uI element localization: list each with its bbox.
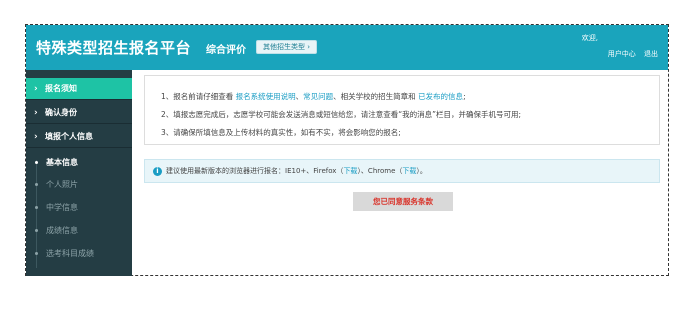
tip-text: 建议使用最新版本的浏览器进行报名：IE10+、Firefox（ xyxy=(166,167,344,175)
published-info-link[interactable]: 已发布的信息 xyxy=(418,92,463,101)
subnav-item-basic-info[interactable]: 基本信息 xyxy=(26,152,132,174)
sidebar-item-label: 确认身份 xyxy=(45,108,77,117)
faq-link[interactable]: 常见问题 xyxy=(303,92,333,101)
tip-text: ）。 xyxy=(416,167,427,175)
subnav-item-grades[interactable]: 成绩信息 xyxy=(26,220,132,242)
sidebar-item-confirm-identity[interactable]: › 确认身份 xyxy=(26,102,132,124)
agree-terms-button[interactable]: 您已同意服务条款 xyxy=(353,192,453,211)
dot-icon xyxy=(35,252,38,255)
category-title: 综合评价 xyxy=(206,45,246,56)
other-admission-type-button[interactable]: 其他招生类型 › xyxy=(256,40,318,54)
system-guide-link[interactable]: 报名系统使用说明 xyxy=(236,92,296,101)
dot-icon xyxy=(35,206,38,209)
logout-link[interactable]: 退出 xyxy=(644,50,658,58)
notice-line-3: 3、请确保所填信息及上传材料的真实性，如有不实，将会影响您的报名; xyxy=(161,128,401,137)
user-center-link[interactable]: 用户中心 xyxy=(608,50,636,58)
sidebar: › 报名须知 › 确认身份 › 填报个人信息 基本信息 个人照片 中学信息 成绩信息 … xyxy=(26,70,132,276)
notice-line-2: 2、填报志愿完成后，志愿学校可能会发送消息或短信给您，请注意查看“我的消息”栏目… xyxy=(161,110,522,119)
sidebar-item-label: 报名须知 xyxy=(45,84,77,93)
subnav-item-photo[interactable]: 个人照片 xyxy=(26,174,132,196)
tip-text: ）、Chrome（ xyxy=(357,167,403,175)
user-links: 用户中心 退出 xyxy=(602,49,658,59)
subnav-item-school-info[interactable]: 中学信息 xyxy=(26,197,132,219)
chevron-right-icon: › xyxy=(34,108,38,118)
info-icon: i xyxy=(153,166,162,176)
sidebar-item-label: 填报个人信息 xyxy=(45,132,93,141)
dot-icon xyxy=(35,161,38,164)
dot-icon xyxy=(35,183,38,186)
site-title: 特殊类型招生报名平台 xyxy=(36,39,192,57)
notice-text: 、相关学校的招生简章和 xyxy=(333,92,416,101)
chevron-right-icon: › xyxy=(34,84,38,94)
browser-tip-box: i 建议使用最新版本的浏览器进行报名：IE10+、Firefox（下载）、Chro… xyxy=(144,159,660,183)
notice-line-1: 1、报名前请仔细查看 报名系统使用说明、常见问题、相关学校的招生简章和 已发布的… xyxy=(161,91,466,102)
site-header: 特殊类型招生报名平台 综合评价 其他招生类型 › 欢迎, 用户中心 退出 xyxy=(26,25,668,70)
notice-text: ; xyxy=(463,92,466,101)
page-frame: 特殊类型招生报名平台 综合评价 其他招生类型 › 欢迎, 用户中心 退出 › 报名… xyxy=(25,24,669,276)
firefox-download-link[interactable]: 下载 xyxy=(343,167,357,175)
sidebar-item-personal-info[interactable]: › 填报个人信息 xyxy=(26,126,132,148)
sidebar-item-registration-notice[interactable]: › 报名须知 xyxy=(26,78,132,100)
notice-text: 1、报名前请仔细查看 xyxy=(161,92,234,101)
subnav-item-label: 基本信息 xyxy=(46,158,78,167)
subnav-item-elective-scores[interactable]: 选考科目成绩 xyxy=(26,243,132,265)
subnav-item-label: 成绩信息 xyxy=(46,226,78,235)
chrome-download-link[interactable]: 下载 xyxy=(402,167,416,175)
subnav-item-label: 中学信息 xyxy=(46,203,78,212)
subnav-item-label: 个人照片 xyxy=(46,180,78,189)
subnav-item-label: 选考科目成绩 xyxy=(46,249,94,258)
notice-box: 1、报名前请仔细查看 报名系统使用说明、常见问题、相关学校的招生简章和 已发布的… xyxy=(144,75,660,145)
chevron-right-icon: › xyxy=(34,132,38,142)
welcome-text: 欢迎, xyxy=(581,34,598,42)
dot-icon xyxy=(35,229,38,232)
